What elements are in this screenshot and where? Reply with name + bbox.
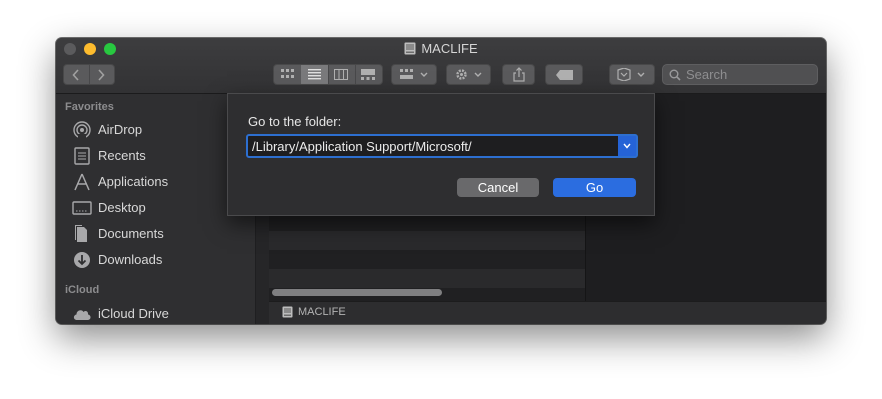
- folder-path-input[interactable]: [250, 136, 620, 156]
- sidebar-item-airdrop[interactable]: AirDrop: [72, 120, 252, 140]
- drive-icon: [282, 306, 293, 318]
- search-placeholder: Search: [686, 67, 728, 82]
- gear-icon: [456, 69, 482, 80]
- tags-button[interactable]: [545, 64, 583, 85]
- sidebar-item-downloads[interactable]: Downloads: [72, 250, 252, 270]
- search-field[interactable]: Search: [662, 64, 818, 85]
- cloud-icon: [73, 310, 91, 320]
- list-row: [269, 250, 585, 269]
- gallery-view-icon: [361, 69, 375, 80]
- list-view-icon: [308, 69, 321, 80]
- icon-view-icon: [281, 69, 294, 78]
- sidebar: Favorites AirDrop Recents Applications D…: [56, 94, 255, 324]
- go-button[interactable]: Go: [553, 178, 636, 197]
- tag-icon: [556, 70, 573, 80]
- sidebar-item-applications[interactable]: Applications: [72, 172, 252, 192]
- back-button[interactable]: [64, 65, 90, 84]
- window-title-wrap: MACLIFE: [56, 41, 826, 57]
- sidebar-item-label: Desktop: [98, 200, 146, 215]
- horizontal-scrollbar[interactable]: [272, 289, 442, 296]
- share-button[interactable]: [502, 64, 535, 85]
- drive-icon: [404, 42, 416, 55]
- column-view-icon: [334, 69, 348, 80]
- path-bar: MACLIFE: [269, 301, 826, 324]
- documents-icon: [75, 225, 87, 242]
- history-dropdown-button[interactable]: [618, 136, 636, 156]
- group-button[interactable]: [391, 64, 437, 85]
- action-button[interactable]: [446, 64, 491, 85]
- sidebar-item-label: Downloads: [98, 252, 163, 267]
- search-icon: [669, 69, 681, 81]
- sidebar-item-label: Recents: [98, 148, 146, 163]
- sidebar-item-label: Documents: [98, 226, 164, 241]
- cancel-button[interactable]: Cancel: [457, 178, 539, 197]
- column-view-button[interactable]: [328, 65, 356, 84]
- sidebar-item-label: iCloud Drive: [98, 306, 169, 321]
- box-icon: [617, 68, 645, 81]
- sidebar-item-documents[interactable]: Documents: [72, 224, 252, 244]
- back-icon: [72, 69, 79, 81]
- sidebar-heading-favorites: Favorites: [65, 101, 114, 113]
- sidebar-heading-icloud: iCloud: [65, 284, 100, 296]
- downloads-icon: [74, 252, 90, 268]
- desktop-icon: [72, 201, 92, 215]
- extension-button[interactable]: [609, 64, 655, 85]
- recents-icon: [74, 147, 90, 165]
- group-icon: [400, 69, 428, 79]
- dialog-prompt: Go to the folder:: [248, 114, 342, 129]
- icon-view-button[interactable]: [274, 65, 302, 84]
- folder-path-field: [246, 134, 638, 158]
- forward-button[interactable]: [89, 65, 114, 84]
- sidebar-item-desktop[interactable]: Desktop: [72, 198, 252, 218]
- list-row: [269, 269, 585, 288]
- sidebar-item-label: Applications: [98, 174, 169, 189]
- sidebar-item-label: AirDrop: [98, 122, 143, 137]
- path-bar-item[interactable]: MACLIFE: [298, 306, 346, 318]
- share-icon: [513, 67, 525, 82]
- applications-icon: [74, 173, 90, 191]
- airdrop-icon: [73, 121, 91, 139]
- gallery-view-button[interactable]: [355, 65, 382, 84]
- window-title: MACLIFE: [421, 41, 478, 56]
- chevron-down-icon: [623, 143, 631, 149]
- list-row: [269, 231, 585, 250]
- list-view-button[interactable]: [301, 65, 329, 84]
- title-bar: MACLIFE Search: [56, 38, 826, 94]
- sidebar-item-recents[interactable]: Recents: [72, 146, 252, 166]
- sidebar-item-icloud-drive[interactable]: iCloud Drive: [72, 304, 252, 324]
- nav-buttons: [63, 64, 115, 85]
- forward-icon: [98, 69, 105, 81]
- go-to-folder-dialog: Go to the folder: Cancel Go: [227, 93, 655, 216]
- view-mode-control: [273, 64, 383, 85]
